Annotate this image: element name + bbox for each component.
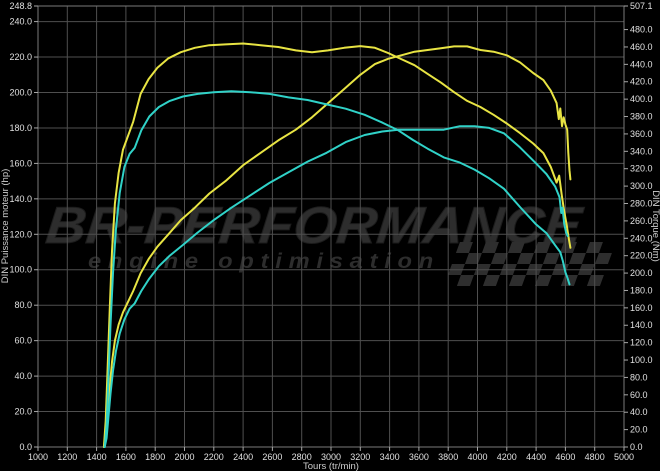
x-tick-label: 3600 <box>409 452 429 462</box>
y-left-tick-label: 40.0 <box>14 371 32 381</box>
y-right-tick-label: 60.0 <box>630 390 648 400</box>
y-left-tick-label: 240.0 <box>9 17 32 27</box>
y-right-tick-label: 160.0 <box>630 303 653 313</box>
y-right-tick-label: 180.0 <box>630 285 653 295</box>
curve-stock-power <box>105 126 568 447</box>
x-tick-label: 3400 <box>380 452 400 462</box>
y-right-tick-label: 400.0 <box>630 94 653 104</box>
x-tick-label: 5000 <box>614 452 634 462</box>
y-right-tick-label: 100.0 <box>630 355 653 365</box>
x-tick-label: 2400 <box>233 452 253 462</box>
y-left-tick-label: 220.0 <box>9 52 32 62</box>
x-tick-label: 1200 <box>57 452 77 462</box>
y-left-tick-label: 80.0 <box>14 300 32 310</box>
y-left-tick-label: 0.0 <box>19 442 32 452</box>
y-right-tick-label: 320.0 <box>630 164 653 174</box>
y-left-tick-label: 20.0 <box>14 407 32 417</box>
x-tick-label: 4000 <box>467 452 487 462</box>
y-right-tick-label: 120.0 <box>630 338 653 348</box>
x-tick-label: 1000 <box>28 452 48 462</box>
y-left-tick-label: 180.0 <box>9 123 32 133</box>
x-tick-label: 1400 <box>87 452 107 462</box>
x-tick-label: 3800 <box>438 452 458 462</box>
watermark-brand-text: BR-PERFORMANCE <box>43 197 586 255</box>
x-axis-title: Tours (tr/min) <box>303 461 359 471</box>
y-left-tick-label: 140.0 <box>9 194 32 204</box>
brand-watermark: BR-PERFORMANCEengine optimisation <box>43 197 616 286</box>
y-right-tick-label: 140.0 <box>630 320 653 330</box>
y-right-tick-label: 20.0 <box>630 425 648 435</box>
y-left-tick-label: 160.0 <box>9 158 32 168</box>
y-left-tick-label: 60.0 <box>14 336 32 346</box>
y-right-tick-label: 80.0 <box>630 372 648 382</box>
y-right-tick-label: 360.0 <box>630 129 653 139</box>
y-right-tick-label: 220.0 <box>630 251 653 261</box>
y-left-tick-label: 200.0 <box>9 87 32 97</box>
x-tick-label: 2600 <box>262 452 282 462</box>
y-right-tick-label: 420.0 <box>630 77 653 87</box>
y-right-tick-label: 200.0 <box>630 268 653 278</box>
x-tick-label: 4200 <box>497 452 517 462</box>
y-right-tick-label: 340.0 <box>630 146 653 156</box>
y-right-tick-label: 300.0 <box>630 181 653 191</box>
y-right-tick-label: 240.0 <box>630 233 653 243</box>
x-tick-label: 4600 <box>555 452 575 462</box>
grid-lines <box>38 6 624 447</box>
dyno-chart: BR-PERFORMANCEengine optimisation 248.8 2… <box>0 0 660 471</box>
x-tick-label: 2200 <box>204 452 224 462</box>
y-left-tick-label: 120.0 <box>9 229 32 239</box>
y-right-tick-label: 40.0 <box>630 407 648 417</box>
y-right-tick-label: 0.0 <box>630 442 643 452</box>
y-left-tick-label: 100.0 <box>9 265 32 275</box>
y-right-tick-label: 380.0 <box>630 112 653 122</box>
left-axis-title: DIN Puissance moteur (hp) <box>0 169 11 284</box>
y-right-tick-label: 260.0 <box>630 216 653 226</box>
x-tick-label: 4400 <box>526 452 546 462</box>
y-right-tick-label: 460.0 <box>630 42 653 52</box>
y-right-tick-label: 480.0 <box>630 25 653 35</box>
y-right-tick-label: 280.0 <box>630 198 653 208</box>
x-tick-label: 1600 <box>116 452 136 462</box>
x-tick-label: 1800 <box>145 452 165 462</box>
x-tick-label: 4800 <box>585 452 605 462</box>
x-tick-label: 2000 <box>174 452 194 462</box>
right-axis-title: DIN Torque (Nm) <box>650 190 660 262</box>
y-left-tick-label: 248.8 <box>9 1 32 11</box>
y-right-tick-label: 507.1 <box>630 1 653 11</box>
dyno-chart-canvas: BR-PERFORMANCEengine optimisation 248.8 2… <box>0 0 660 471</box>
y-right-tick-label: 440.0 <box>630 59 653 69</box>
